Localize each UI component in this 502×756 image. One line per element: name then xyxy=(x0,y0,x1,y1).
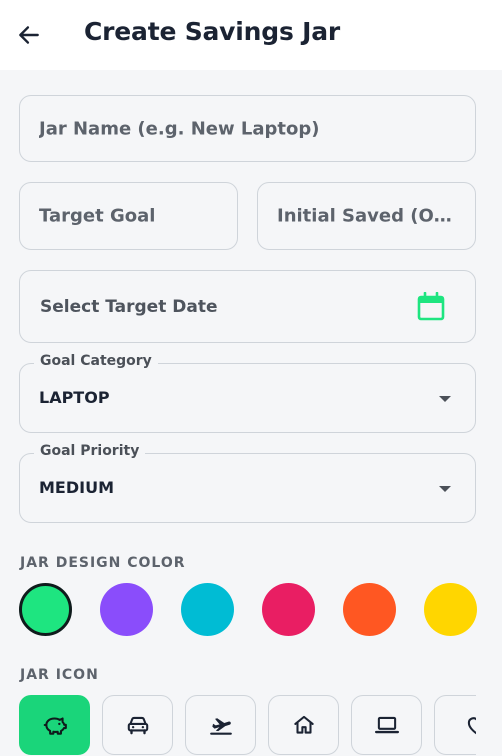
icon-option-home[interactable] xyxy=(268,695,339,755)
jar-icon-label: JAR ICON xyxy=(20,667,99,683)
heart-icon xyxy=(467,717,476,735)
page-title: Create Savings Jar xyxy=(84,17,341,46)
jar-name-placeholder: Jar Name (e.g. New Laptop) xyxy=(39,118,320,139)
home-icon xyxy=(293,715,314,734)
color-swatch-purple[interactable] xyxy=(100,583,153,636)
initial-saved-input[interactable]: Initial Saved (Optional) xyxy=(257,182,476,250)
icon-option-heart[interactable] xyxy=(434,695,476,755)
target-date-picker[interactable]: Select Target Date xyxy=(19,270,476,343)
goal-priority-select[interactable]: Goal Priority MEDIUM xyxy=(19,443,476,523)
jar-icon-row xyxy=(19,695,476,756)
chevron-down-icon xyxy=(439,396,451,402)
flight-takeoff-icon xyxy=(209,718,232,735)
goal-category-label: Goal Category xyxy=(34,353,158,369)
icon-option-laptop[interactable] xyxy=(351,695,422,755)
color-swatch-cyan[interactable] xyxy=(181,583,234,636)
target-goal-placeholder: Target Goal xyxy=(39,205,156,227)
goal-category-select[interactable]: Goal Category LAPTOP xyxy=(19,353,476,433)
color-swatch-green[interactable] xyxy=(19,583,72,636)
chevron-down-icon xyxy=(439,486,451,492)
jar-design-color-label: JAR DESIGN COLOR xyxy=(20,555,186,571)
goal-priority-value: MEDIUM xyxy=(39,478,114,497)
calendar-icon[interactable] xyxy=(417,292,445,322)
icon-option-car[interactable] xyxy=(102,695,173,755)
laptop-icon xyxy=(374,716,399,734)
initial-saved-placeholder: Initial Saved (Optional) xyxy=(277,205,461,227)
piggy-bank-icon xyxy=(43,717,67,735)
color-swatch-pink[interactable] xyxy=(262,583,315,636)
back-button[interactable] xyxy=(14,20,44,50)
target-goal-input[interactable]: Target Goal xyxy=(19,182,238,250)
goal-category-value: LAPTOP xyxy=(39,388,110,407)
icon-option-flight[interactable] xyxy=(185,695,256,755)
color-swatch-yellow[interactable] xyxy=(424,583,477,636)
icon-option-piggy-bank[interactable] xyxy=(19,695,90,755)
color-swatch-orange[interactable] xyxy=(343,583,396,636)
app-header: Create Savings Jar xyxy=(0,0,502,70)
jar-name-input[interactable]: Jar Name (e.g. New Laptop) xyxy=(19,95,476,162)
car-icon xyxy=(127,716,148,735)
target-date-placeholder: Select Target Date xyxy=(40,296,218,317)
goal-priority-label: Goal Priority xyxy=(34,443,146,459)
arrow-left-icon xyxy=(19,26,39,44)
